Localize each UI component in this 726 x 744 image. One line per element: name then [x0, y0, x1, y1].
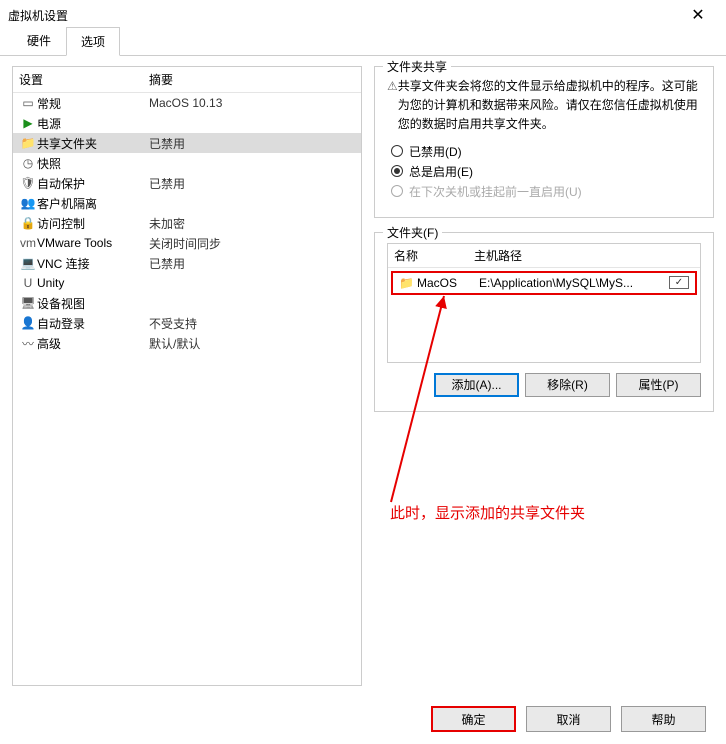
list-item-icon: 🔒 [19, 216, 37, 230]
list-item-name: 自动保护 [37, 175, 149, 192]
list-row[interactable]: vmVMware Tools关闭时间同步 [13, 233, 361, 253]
radio-label: 已禁用(D) [409, 143, 462, 160]
help-button[interactable]: 帮助 [621, 706, 706, 732]
radio-disabled[interactable]: 已禁用(D) [391, 143, 701, 160]
annotation-text: 此时，显示添加的共享文件夹 [390, 502, 585, 523]
list-item-icon: 👥 [19, 196, 37, 210]
list-item-name: 自动登录 [37, 315, 149, 332]
list-item-summary: 默认/默认 [149, 335, 355, 352]
list-item-icon: 🛡 [19, 176, 37, 190]
radio-nexttime: 在下次关机或挂起前一直启用(U) [391, 183, 701, 200]
list-item-icon: 〰 [19, 335, 37, 352]
list-item-icon: ▭ [19, 96, 37, 110]
list-item-name: 高级 [37, 335, 149, 352]
list-row[interactable]: 🔒访问控制未加密 [13, 213, 361, 233]
sharing-group: 文件夹共享 ⚠ 共享文件夹会将您的文件显示给虚拟机中的程序。这可能为您的计算机和… [374, 66, 714, 218]
folder-row[interactable]: 📁 MacOS E:\Application\MySQL\MyS... ✓ [391, 271, 697, 295]
list-item-icon: U [19, 276, 37, 290]
list-row[interactable]: ◷快照 [13, 153, 361, 173]
list-item-icon: ◷ [19, 156, 37, 170]
ok-button[interactable]: 确定 [431, 706, 516, 732]
sharing-group-title: 文件夹共享 [383, 58, 451, 75]
list-item-summary: 未加密 [149, 215, 355, 232]
tab-strip: 硬件 选项 [0, 30, 726, 56]
list-item-name: 电源 [37, 115, 149, 132]
folder-checkbox[interactable]: ✓ [669, 276, 689, 289]
list-row[interactable]: 👤自动登录不受支持 [13, 313, 361, 333]
tab-hardware[interactable]: 硬件 [12, 26, 66, 55]
cancel-button[interactable]: 取消 [526, 706, 611, 732]
list-row[interactable]: 📁共享文件夹已禁用 [13, 133, 361, 153]
warning-text: 共享文件夹会将您的文件显示给虚拟机中的程序。这可能为您的计算机和数据带来风险。请… [398, 77, 701, 135]
list-item-name: 共享文件夹 [37, 135, 149, 152]
folders-header-name: 名称 [394, 247, 474, 264]
remove-button[interactable]: 移除(R) [525, 373, 610, 397]
list-row[interactable]: 🛡自动保护已禁用 [13, 173, 361, 193]
warning-icon: ⚠ [387, 77, 398, 135]
list-row[interactable]: 👥客户机隔离 [13, 193, 361, 213]
close-icon[interactable]: ✕ [678, 5, 718, 25]
list-item-summary: 关闭时间同步 [149, 235, 355, 252]
header-setting: 设置 [19, 71, 149, 88]
list-item-icon: 👤 [19, 316, 37, 330]
list-item-name: Unity [37, 276, 149, 290]
list-item-summary: 已禁用 [149, 175, 355, 192]
tab-options[interactable]: 选项 [66, 27, 120, 56]
list-header: 设置 摘要 [13, 67, 361, 93]
props-button[interactable]: 属性(P) [616, 373, 701, 397]
radio-icon [391, 185, 403, 197]
folder-icon: 📁 [399, 276, 417, 290]
list-item-name: 访问控制 [37, 215, 149, 232]
list-item-name: 常规 [37, 95, 149, 112]
folders-header-path: 主机路径 [474, 247, 522, 264]
list-row[interactable]: ▶电源 [13, 113, 361, 133]
header-summary: 摘要 [149, 71, 173, 88]
list-row[interactable]: 〰高级默认/默认 [13, 333, 361, 353]
list-item-name: 快照 [37, 155, 149, 172]
list-item-icon: 📁 [19, 136, 37, 150]
list-row[interactable]: 💻VNC 连接已禁用 [13, 253, 361, 273]
list-item-summary: 已禁用 [149, 255, 355, 272]
list-row[interactable]: ▭常规MacOS 10.13 [13, 93, 361, 113]
list-row[interactable]: 🖥设备视图 [13, 293, 361, 313]
radio-label: 总是启用(E) [409, 163, 473, 180]
radio-icon [391, 165, 403, 177]
radio-label: 在下次关机或挂起前一直启用(U) [409, 183, 582, 200]
list-item-icon: vm [19, 236, 37, 250]
list-item-icon: ▶ [19, 116, 37, 130]
radio-always[interactable]: 总是启用(E) [391, 163, 701, 180]
list-item-summary: 不受支持 [149, 315, 355, 332]
list-item-icon: 💻 [19, 256, 37, 270]
folder-path: E:\Application\MySQL\MyS... [479, 276, 669, 290]
list-item-name: VNC 连接 [37, 255, 149, 272]
settings-list: 设置 摘要 ▭常规MacOS 10.13▶电源📁共享文件夹已禁用◷快照🛡自动保护… [12, 66, 362, 686]
radio-icon [391, 145, 403, 157]
list-item-name: VMware Tools [37, 236, 149, 250]
folders-header: 名称 主机路径 [388, 244, 700, 268]
folders-group-title: 文件夹(F) [383, 224, 442, 241]
list-item-summary: MacOS 10.13 [149, 96, 355, 110]
list-row[interactable]: UUnity [13, 273, 361, 293]
list-item-summary: 已禁用 [149, 135, 355, 152]
list-item-icon: 🖥 [19, 296, 37, 310]
folder-name: MacOS [417, 276, 479, 290]
annotation-arrow [386, 292, 448, 506]
window-title: 虚拟机设置 [8, 7, 678, 24]
list-item-name: 设备视图 [37, 295, 149, 312]
list-item-name: 客户机隔离 [37, 195, 149, 212]
